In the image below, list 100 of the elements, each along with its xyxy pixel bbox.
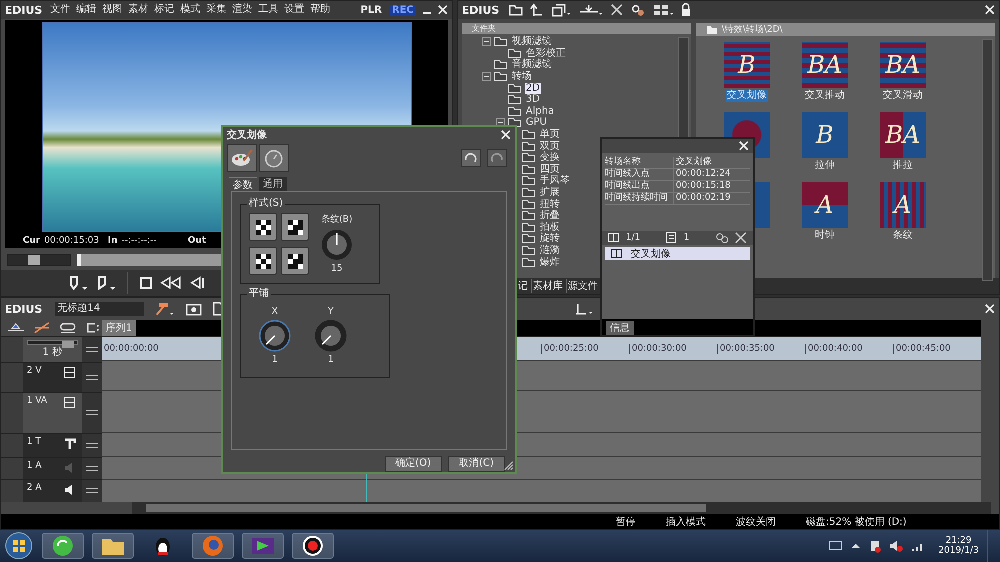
rewind-icon[interactable] (160, 275, 182, 291)
tree-item[interactable]: 爆炸 (539, 256, 561, 268)
effect-thumbnail[interactable]: B (802, 112, 848, 158)
tree-item[interactable]: 手风琴 (539, 175, 571, 186)
menu-item[interactable]: 工具 (258, 4, 279, 16)
zoom-slider-handle[interactable] (62, 341, 74, 348)
delete-icon[interactable] (735, 232, 747, 244)
tree-item[interactable]: 视频滤镜 (511, 36, 553, 48)
effect-thumbnail[interactable]: BA (802, 42, 848, 88)
scrollbar[interactable] (982, 39, 993, 281)
timescale-selector[interactable]: 1 秒 (42, 345, 62, 360)
library-tab[interactable]: 素材库 (531, 279, 564, 293)
menu-item[interactable]: 视图 (102, 4, 123, 16)
insert-icon[interactable] (578, 3, 604, 17)
tree-item[interactable]: 扭转 (539, 198, 561, 210)
stopwatch-icon[interactable] (259, 144, 289, 172)
add-clip-icon[interactable] (550, 3, 572, 17)
document-icon[interactable] (666, 232, 678, 244)
step-back-icon[interactable] (188, 275, 206, 291)
video-track-icon[interactable] (64, 367, 76, 380)
menu-item[interactable]: 文件 (50, 4, 71, 16)
group-icon[interactable] (85, 322, 101, 334)
tree-item[interactable]: 扩展 (539, 187, 561, 198)
close-icon[interactable] (985, 304, 995, 314)
mode-toggle[interactable]: REC (390, 4, 416, 16)
device-icon[interactable] (868, 539, 881, 553)
tree-item[interactable]: Alpha (525, 106, 556, 117)
close-icon[interactable] (438, 5, 448, 15)
tree-item[interactable]: 单页 (539, 129, 561, 140)
taskbar-app[interactable] (42, 533, 84, 559)
menu-item[interactable]: 渲染 (232, 4, 253, 16)
delete-icon[interactable] (610, 3, 624, 17)
up-arrow-icon[interactable] (530, 3, 544, 17)
undo-icon[interactable] (461, 148, 481, 167)
effect-label[interactable]: 条纹 (892, 230, 914, 242)
effect-thumbnail[interactable]: B (724, 42, 770, 88)
sequence-tab[interactable]: 序列1 (102, 320, 136, 336)
penguin-icon[interactable] (153, 535, 173, 557)
effect-thumbnail[interactable]: BA (880, 112, 926, 158)
link-icon[interactable] (59, 322, 77, 334)
resize-grip-icon[interactable] (504, 461, 514, 471)
close-icon[interactable] (985, 5, 995, 15)
caret-icon[interactable] (850, 541, 861, 551)
library-tab[interactable]: 源文件 (566, 279, 599, 293)
effect-thumbnail[interactable]: A (802, 182, 848, 228)
close-icon[interactable] (739, 141, 749, 151)
effect-label[interactable]: 时钟 (814, 230, 836, 242)
effect-thumbnail[interactable]: A (880, 182, 926, 228)
dialog-button[interactable]: 确定(O) (384, 456, 442, 472)
tree-item[interactable]: 变换 (539, 152, 561, 164)
shuttle-handle[interactable] (28, 255, 40, 265)
effect-label[interactable]: 拉伸 (814, 160, 836, 172)
tree-item[interactable]: 2D (525, 82, 542, 94)
effect-label[interactable]: 推拉 (892, 160, 914, 172)
info-tab[interactable]: 信息 (606, 321, 634, 335)
mark-out-icon[interactable] (95, 275, 117, 291)
view-grid-icon[interactable] (652, 3, 674, 17)
effect-thumbnail[interactable]: BA (880, 42, 926, 88)
tree-item[interactable]: 四页 (539, 164, 561, 175)
title-track-icon[interactable] (64, 438, 76, 450)
tree-item[interactable]: 双页 (539, 140, 561, 152)
menu-item[interactable]: 编辑 (76, 4, 97, 16)
transition-icon[interactable] (608, 233, 620, 243)
cut-icon[interactable] (33, 322, 51, 334)
mark-in-icon[interactable] (67, 275, 89, 291)
pattern-button[interactable] (249, 246, 277, 275)
dialog-tab[interactable]: 通用 (259, 176, 287, 191)
menu-item[interactable]: 模式 (180, 4, 201, 16)
redo-icon[interactable] (487, 148, 507, 167)
effect-wand-icon[interactable] (154, 301, 176, 317)
keyboard-icon[interactable] (828, 540, 843, 552)
menu-item[interactable]: 帮助 (310, 4, 331, 16)
start-button-icon[interactable] (4, 531, 34, 561)
swap-icon[interactable] (85, 372, 99, 383)
dial-knob[interactable] (315, 320, 347, 352)
menu-item[interactable]: 采集 (206, 4, 227, 16)
speaker-icon[interactable] (888, 539, 903, 553)
tree-item[interactable]: 旋转 (539, 233, 561, 244)
properties-icon[interactable] (630, 3, 646, 17)
dialog-tab[interactable]: 参数 (229, 176, 257, 191)
sync-icon[interactable] (7, 322, 25, 334)
swap-icon[interactable] (85, 408, 99, 418)
position-handle[interactable] (77, 254, 81, 266)
effect-list-item[interactable]: 交叉划像 (605, 247, 750, 260)
close-icon[interactable] (501, 130, 511, 140)
scrollbar[interactable] (146, 504, 706, 512)
dial-knob[interactable] (259, 320, 291, 352)
tree-item[interactable]: 拍板 (539, 222, 561, 233)
tree-item[interactable]: 转场 (511, 71, 533, 82)
tree-item[interactable]: 涟漪 (539, 244, 561, 256)
tree-item[interactable]: 音频滤镜 (511, 59, 553, 70)
pattern-button[interactable] (249, 212, 277, 241)
taskbar-app[interactable] (292, 533, 334, 559)
pattern-button[interactable] (281, 212, 309, 241)
swap-icon[interactable] (85, 486, 99, 496)
dialog-button[interactable]: 取消(C) (448, 456, 505, 472)
pattern-button[interactable] (281, 246, 309, 275)
swap-icon[interactable] (85, 440, 99, 451)
lock-icon[interactable] (680, 3, 692, 17)
camera-icon[interactable] (186, 302, 202, 316)
